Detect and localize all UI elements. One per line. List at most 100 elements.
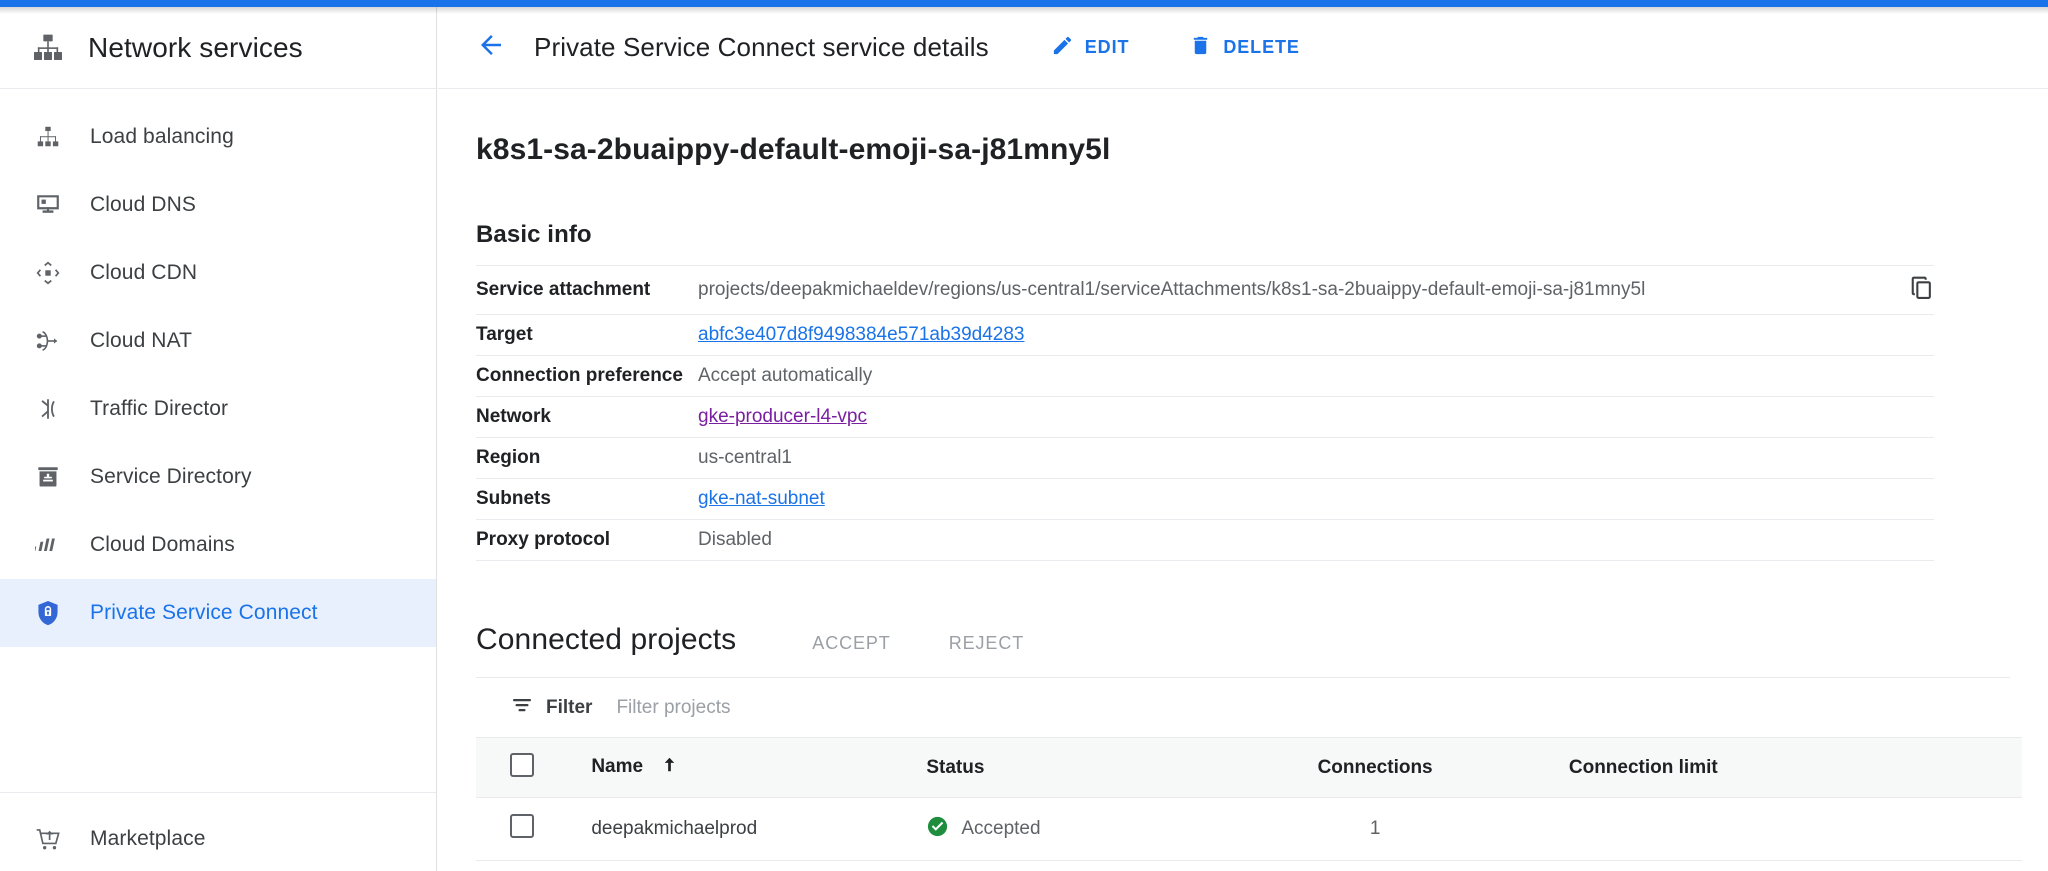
traffic-director-icon xyxy=(20,396,76,422)
edit-button[interactable]: EDIT xyxy=(1037,25,1144,71)
page-title: k8s1-sa-2buaippy-default-emoji-sa-j81mny… xyxy=(476,133,2010,167)
filter-label: Filter xyxy=(546,697,592,719)
load-balancing-icon xyxy=(20,124,76,150)
select-all-header xyxy=(476,738,591,798)
copy-icon[interactable] xyxy=(1909,275,1934,300)
sidebar-item-cloud-domains[interactable]: Cloud Domains xyxy=(0,511,436,579)
service-directory-icon xyxy=(20,464,76,490)
edit-button-label: EDIT xyxy=(1085,37,1130,58)
sidebar-item-traffic-director[interactable]: Traffic Director xyxy=(0,375,436,443)
cell-connection-limit xyxy=(1569,798,2022,861)
sidebar-item-label: Service Directory xyxy=(90,465,252,489)
info-value: Accept automatically xyxy=(698,356,1934,397)
column-header-name[interactable]: Name xyxy=(591,738,926,798)
info-row-network: Network gke-producer-l4-vpc xyxy=(476,397,1934,438)
basic-info-table: Service attachment projects/deepakmichae… xyxy=(476,265,1934,561)
info-key: Network xyxy=(476,397,698,438)
sort-ascending-icon xyxy=(660,755,679,780)
sidebar-item-cloud-nat[interactable]: Cloud NAT xyxy=(0,307,436,375)
column-header-connection-limit[interactable]: Connection limit xyxy=(1569,738,2022,798)
connected-projects-title: Connected projects xyxy=(476,623,736,657)
info-value: projects/deepakmichaeldev/regions/us-cen… xyxy=(698,266,1888,315)
info-row-service-attachment: Service attachment projects/deepakmichae… xyxy=(476,266,1934,315)
sidebar: Network services xyxy=(0,7,437,871)
main-header: Private Service Connect service details … xyxy=(438,7,2048,89)
check-circle-icon xyxy=(926,815,949,844)
sidebar-item-service-directory[interactable]: Service Directory xyxy=(0,443,436,511)
info-row-proxy-protocol: Proxy protocol Disabled xyxy=(476,520,1934,561)
row-checkbox[interactable] xyxy=(510,814,534,838)
sidebar-item-label: Cloud NAT xyxy=(90,329,192,353)
sidebar-item-cloud-dns[interactable]: Cloud DNS xyxy=(0,171,436,239)
info-row-connection-preference: Connection preference Accept automatical… xyxy=(476,356,1934,397)
network-link[interactable]: gke-producer-l4-vpc xyxy=(698,406,867,427)
cell-connections: 1 xyxy=(1261,798,1569,861)
connected-projects-header: Connected projects ACCEPT REJECT xyxy=(476,623,2010,657)
back-button[interactable] xyxy=(468,25,514,71)
sidebar-item-label: Traffic Director xyxy=(90,397,228,421)
subnets-link[interactable]: gke-nat-subnet xyxy=(698,488,825,509)
cell-status: Accepted xyxy=(926,798,1261,861)
info-row-subnets: Subnets gke-nat-subnet xyxy=(476,479,1934,520)
filter-input[interactable] xyxy=(616,697,1136,719)
filter-bar: Filter xyxy=(476,677,2010,737)
sidebar-title: Network services xyxy=(88,32,303,64)
cloud-nat-icon xyxy=(20,328,76,354)
info-value: abfc3e407d8f9498384e571ab39d4283 xyxy=(698,315,1934,356)
status-label: Accepted xyxy=(961,818,1040,840)
info-key: Service attachment xyxy=(476,266,698,315)
sidebar-item-label: Cloud CDN xyxy=(90,261,197,285)
sidebar-header: Network services xyxy=(0,7,436,89)
table-row[interactable]: deepakmichaelprod Accepted xyxy=(476,798,2022,861)
header-actions: EDIT DELETE xyxy=(1037,25,1314,71)
sidebar-nav-list: Load balancing Cloud DNS xyxy=(0,89,436,792)
sidebar-item-load-balancing[interactable]: Load balancing xyxy=(0,103,436,171)
connected-projects-actions: ACCEPT REJECT xyxy=(796,633,1040,654)
info-key: Proxy protocol xyxy=(476,520,698,561)
status-badge: Accepted xyxy=(926,798,1261,860)
basic-info-heading: Basic info xyxy=(476,221,2010,249)
column-header-connections[interactable]: Connections xyxy=(1261,738,1569,798)
app-root: Network services xyxy=(0,0,2048,871)
sidebar-item-label: Load balancing xyxy=(90,125,234,149)
sidebar-item-label: Marketplace xyxy=(90,827,205,851)
info-value: gke-nat-subnet xyxy=(698,479,1934,520)
cloud-dns-icon xyxy=(20,192,76,218)
shield-lock-icon xyxy=(20,599,76,627)
delete-button-label: DELETE xyxy=(1223,37,1299,58)
info-key: Connection preference xyxy=(476,356,698,397)
info-value: Disabled xyxy=(698,520,1934,561)
trash-icon xyxy=(1189,34,1212,62)
arrow-left-icon xyxy=(476,30,506,65)
connected-projects-table: Name Status Connections Connection limit xyxy=(476,737,2022,861)
sidebar-item-private-service-connect[interactable]: Private Service Connect xyxy=(0,579,436,647)
info-row-region: Region us-central1 xyxy=(476,438,1934,479)
sidebar-footer: Marketplace xyxy=(0,792,436,871)
info-key: Target xyxy=(476,315,698,356)
cell-name: deepakmichaelprod xyxy=(591,798,926,861)
column-header-status[interactable]: Status xyxy=(926,738,1261,798)
row-select-cell xyxy=(476,798,591,861)
filter-icon[interactable] xyxy=(510,693,534,722)
cloud-domains-icon xyxy=(20,532,76,558)
info-key: Subnets xyxy=(476,479,698,520)
pencil-icon xyxy=(1051,34,1074,62)
column-header-label: Name xyxy=(591,756,643,777)
accept-button[interactable]: ACCEPT xyxy=(796,633,906,654)
copy-cell xyxy=(1888,266,1934,315)
marketplace-cart-icon xyxy=(20,826,76,853)
sidebar-item-cloud-cdn[interactable]: Cloud CDN xyxy=(0,239,436,307)
sidebar-item-label: Private Service Connect xyxy=(90,601,318,625)
reject-button[interactable]: REJECT xyxy=(933,633,1040,654)
select-all-checkbox[interactable] xyxy=(510,753,534,777)
info-value: gke-producer-l4-vpc xyxy=(698,397,1934,438)
info-value: us-central1 xyxy=(698,438,1934,479)
sidebar-item-label: Cloud DNS xyxy=(90,193,196,217)
sidebar-item-marketplace[interactable]: Marketplace xyxy=(0,807,436,871)
info-key: Region xyxy=(476,438,698,479)
page-header-title: Private Service Connect service details xyxy=(534,32,989,63)
main-panel: Private Service Connect service details … xyxy=(438,7,2048,871)
delete-button[interactable]: DELETE xyxy=(1175,25,1313,71)
info-row-target: Target abfc3e407d8f9498384e571ab39d4283 xyxy=(476,315,1934,356)
target-link[interactable]: abfc3e407d8f9498384e571ab39d4283 xyxy=(698,324,1025,345)
